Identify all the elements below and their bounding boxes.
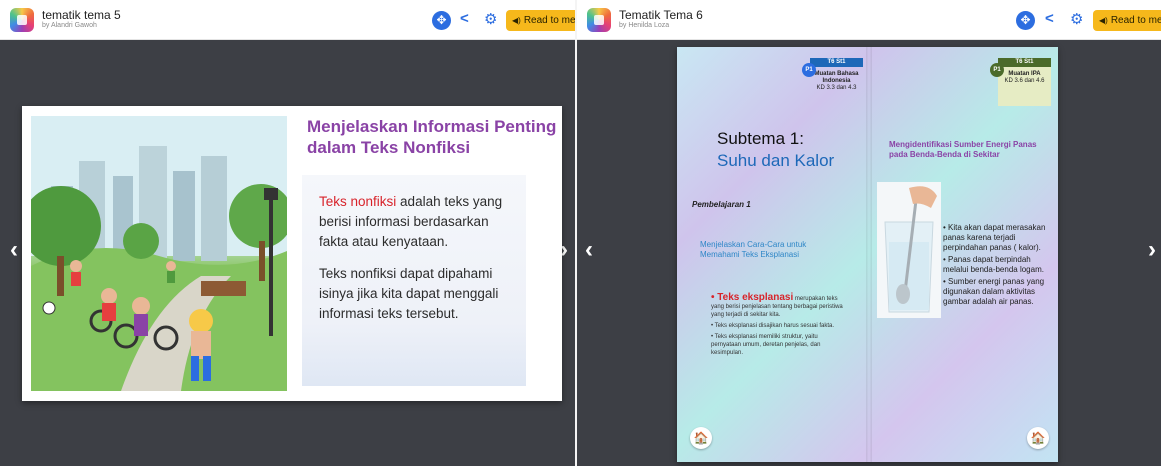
info-text: Teks nonfiksi adalah teks yang berisi in… xyxy=(319,192,519,324)
tag-p-badge: P1 xyxy=(802,63,816,77)
bullet-item: • Sumber energi panas yang digunakan dal… xyxy=(943,277,1045,306)
pembelajaran-label: Pembelajaran 1 xyxy=(692,200,751,209)
home-icon[interactable]: 🏠 xyxy=(1027,427,1049,449)
definition-paragraph: Teks nonfiksi adalah teks yang berisi in… xyxy=(319,192,519,252)
share-icon[interactable]: < xyxy=(1045,10,1054,27)
book-author: by Henilda Loza xyxy=(619,22,670,29)
bullet-item: • Teks eksplanasi memiliki struktur, yai… xyxy=(711,334,821,356)
left-stage: ‹ › Menjelaskan Informasi Penting dalam … xyxy=(0,40,575,466)
bullet-item: • Kita akan dapat merasakan panas karena… xyxy=(943,223,1046,252)
read-to-me-button[interactable]: ◀) Read to me xyxy=(506,10,575,31)
app-logo-icon xyxy=(587,8,611,32)
book-author: by Alandri Gawoh xyxy=(42,22,97,29)
tag-kd: KD 3.6 dan 4.6 xyxy=(1004,78,1045,84)
text-page: Menjelaskan Informasi Penting dalam Teks… xyxy=(287,106,562,401)
next-page-icon[interactable]: › xyxy=(1148,238,1156,262)
bullet-item: • Teks eksplanasi merupakan teks yang be… xyxy=(711,292,846,319)
right-topbar: Tematik Tema 6 by Henilda Loza ✥ < ⚙ ◀) R… xyxy=(577,0,1161,40)
home-icon[interactable]: 🏠 xyxy=(690,427,712,449)
subtema-number: Subtema 1: xyxy=(717,129,804,148)
right-stage: ‹ › T6 St1 P1 Muatan Bahasa Indonesia KD… xyxy=(577,40,1161,466)
lesson-tag-left: T6 St1 P1 Muatan Bahasa Indonesia KD 3.3… xyxy=(802,58,863,106)
book-title: Tematik Tema 6 xyxy=(619,8,703,22)
left-topbar: tematik tema 5 by Alandri Gawoh ✥ < ⚙ ◀)… xyxy=(0,0,575,40)
bullet-term: • Teks eksplanasi xyxy=(711,292,794,303)
lesson-objective: Menjelaskan Cara-Cara untuk Memahami Tek… xyxy=(700,240,807,259)
park-illustration xyxy=(31,116,287,391)
app-logo-icon xyxy=(10,8,34,32)
read-to-me-label: Read to me xyxy=(1110,15,1161,26)
settings-icon[interactable]: ⚙ xyxy=(1070,10,1083,28)
book-spread: Menjelaskan Informasi Penting dalam Teks… xyxy=(22,106,562,401)
settings-icon[interactable]: ⚙ xyxy=(484,10,497,28)
bullet-item: • Panas dapat berpindah melalui benda-be… xyxy=(943,255,1044,274)
tag-subject: Muatan Bahasa Indonesia xyxy=(814,71,859,84)
tag-band: T6 St1 xyxy=(810,58,863,67)
read-to-me-button[interactable]: ◀) Read to me xyxy=(1093,10,1161,31)
glass-photo xyxy=(877,182,941,318)
highlight-term: Teks nonfiksi xyxy=(319,194,397,209)
prev-page-icon[interactable]: ‹ xyxy=(10,238,18,262)
share-icon[interactable]: < xyxy=(460,10,469,27)
page-heading: Menjelaskan Informasi Penting dalam Teks… xyxy=(307,117,557,157)
navigation-icon[interactable]: ✥ xyxy=(1016,11,1035,30)
subtema-title: Subtema 1: Suhu dan Kalor xyxy=(717,128,834,172)
energy-bullets: • Kita akan dapat merasakan panas karena… xyxy=(943,223,1046,309)
speaker-icon: ◀) xyxy=(1099,16,1108,25)
section-heading: Mengidentifikasi Sumber Energi Panas pad… xyxy=(889,140,1037,159)
tag-p-badge: P1 xyxy=(990,63,1004,77)
prev-page-icon[interactable]: ‹ xyxy=(585,238,593,262)
subtema-name: Suhu dan Kalor xyxy=(717,151,835,170)
tag-band: T6 St1 xyxy=(998,58,1051,67)
tag-kd: KD 3.3 dan 4.3 xyxy=(816,85,857,91)
right-viewer: Tematik Tema 6 by Henilda Loza ✥ < ⚙ ◀) R… xyxy=(577,0,1161,466)
read-to-me-label: Read to me xyxy=(523,15,575,26)
understanding-paragraph: Teks nonfiksi dapat dipahami isinya jika… xyxy=(319,266,499,321)
explanation-bullets: • Teks eksplanasi merupakan teks yang be… xyxy=(711,292,846,360)
book-title: tematik tema 5 xyxy=(42,8,121,22)
speaker-icon: ◀) xyxy=(512,16,521,25)
left-viewer: tematik tema 5 by Alandri Gawoh ✥ < ⚙ ◀)… xyxy=(0,0,575,466)
book-spread: T6 St1 P1 Muatan Bahasa Indonesia KD 3.3… xyxy=(677,47,1058,462)
bullet-item: • Teks eksplanasi disajikan harus sesuai… xyxy=(711,323,835,329)
tag-subject: Muatan IPA xyxy=(1008,71,1041,77)
lesson-tag-right: T6 St1 P1 Muatan IPA KD 3.6 dan 4.6 xyxy=(990,58,1051,106)
info-box: Teks nonfiksi adalah teks yang berisi in… xyxy=(302,175,526,386)
navigation-icon[interactable]: ✥ xyxy=(432,11,451,30)
